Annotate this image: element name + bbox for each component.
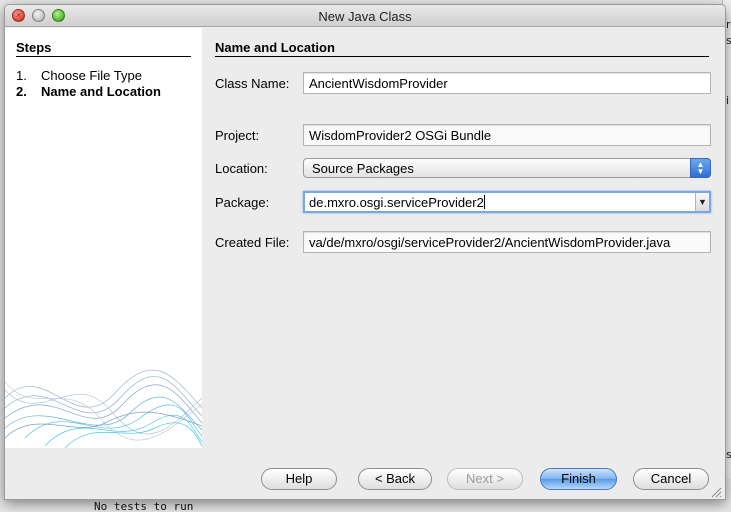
chevron-down-icon[interactable]: ▼ — [695, 193, 709, 211]
finish-button[interactable]: Finish — [540, 468, 617, 490]
button-bar: Help < Back Next > Finish Cancel — [5, 448, 725, 499]
panel-divider — [215, 56, 709, 57]
background-fragment: ro — [726, 18, 731, 31]
step-label: Name and Location — [41, 84, 161, 99]
next-button[interactable]: Next > — [447, 468, 523, 490]
step-choose-file-type: 1. Choose File Type — [16, 68, 142, 83]
background-fragment: s — [726, 448, 731, 461]
project-field[interactable]: WisdomProvider2 OSGi Bundle — [303, 124, 711, 146]
steps-divider — [16, 56, 191, 57]
console-output-line: No tests to run — [94, 500, 194, 512]
name-and-location-panel: Name and Location Class Name: AncientWis… — [202, 28, 725, 448]
text-caret — [483, 195, 485, 209]
new-java-class-dialog: × New Java Class Steps 1. Choose File Typ… — [4, 4, 726, 500]
package-label: Package: — [215, 195, 270, 210]
project-label: Project: — [215, 128, 260, 143]
back-button[interactable]: < Back — [358, 468, 432, 490]
created-file-field[interactable]: va/de/mxro/osgi/serviceProvider2/Ancient… — [303, 231, 711, 253]
title-bar[interactable]: × New Java Class — [5, 5, 725, 27]
steps-panel: Steps 1. Choose File Type 2. Name and Loca… — [5, 28, 202, 448]
resize-grip-icon[interactable] — [711, 487, 722, 498]
step-label: Choose File Type — [41, 68, 142, 83]
step-name-and-location: 2. Name and Location — [16, 84, 161, 99]
background-fragment: i — [726, 94, 730, 107]
window-title: New Java Class — [318, 9, 412, 24]
cancel-button[interactable]: Cancel — [633, 468, 709, 490]
steps-heading: Steps — [16, 40, 52, 55]
location-selected-value: Source Packages — [312, 161, 414, 176]
location-label: Location: — [215, 161, 268, 176]
package-value: de.mxro.osgi.serviceProvider2 — [309, 195, 484, 210]
background-fragment: s — [726, 34, 731, 47]
panel-heading: Name and Location — [215, 40, 335, 55]
class-name-label: Class Name: — [215, 76, 290, 91]
decorative-waves-image — [5, 369, 202, 448]
class-name-field[interactable]: AncientWisdomProvider — [303, 72, 711, 94]
step-number: 1. — [16, 68, 27, 83]
chevron-updown-icon[interactable]: ▲ ▼ — [690, 158, 711, 178]
package-combo-input[interactable]: de.mxro.osgi.serviceProvider2 ▼ — [303, 191, 711, 213]
step-number: 2. — [16, 84, 27, 99]
location-select[interactable]: Source Packages ▲ ▼ — [303, 158, 711, 178]
created-file-label: Created File: — [215, 235, 290, 250]
help-button[interactable]: Help — [261, 468, 337, 490]
